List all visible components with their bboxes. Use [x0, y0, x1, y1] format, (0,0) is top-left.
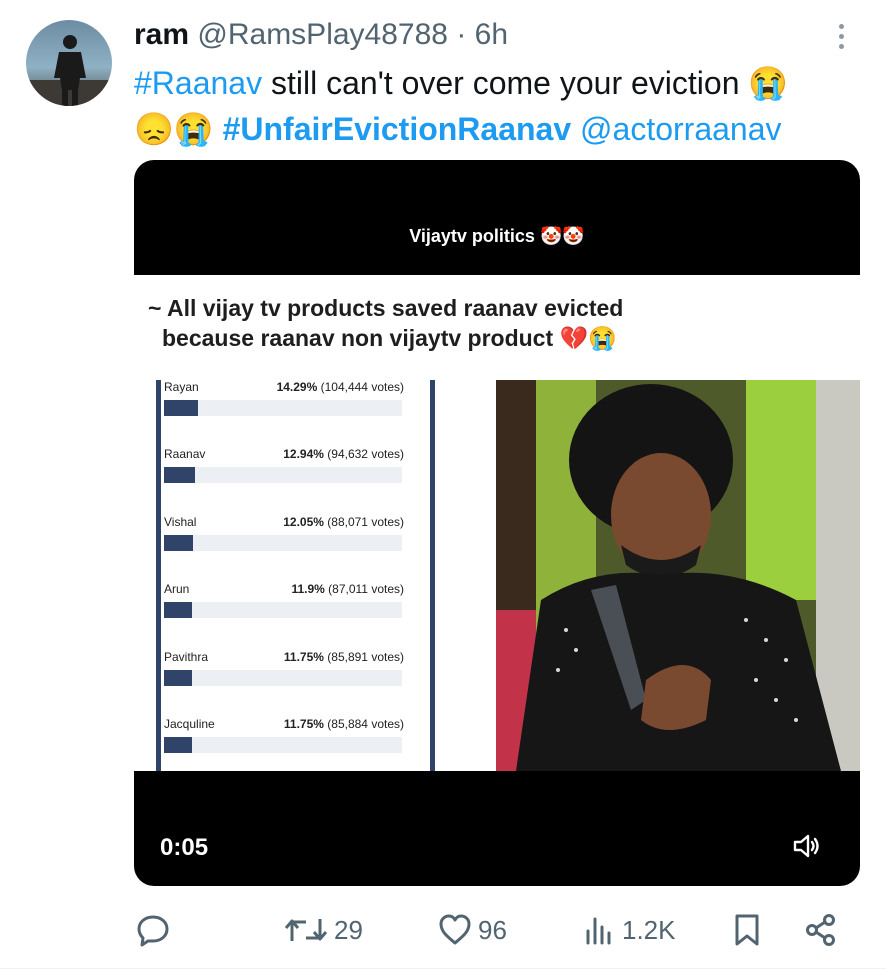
poll-option-votes: (94,632 votes) — [327, 447, 404, 461]
retweet-count: 29 — [334, 914, 363, 945]
poll-option-percent: 11.9% — [291, 582, 325, 596]
poll-bar-fill — [164, 467, 195, 483]
separator-dot: · — [456, 18, 467, 51]
bookmark-icon — [735, 914, 759, 946]
poll-bar-track — [164, 737, 402, 753]
tweet-body: still can't over come your eviction — [262, 65, 749, 101]
hashtag-raanav[interactable]: #Raanav — [134, 65, 262, 101]
poll-option-name: Pavithra — [164, 650, 209, 664]
contestant-photo — [496, 380, 860, 771]
poll-option-name: Vishal — [164, 515, 197, 529]
retweet-icon — [284, 919, 328, 941]
bookmark-button[interactable] — [732, 908, 762, 952]
poll-bar-fill — [164, 535, 193, 551]
poll-option-name: Arun — [164, 582, 190, 596]
poll-option-votes: (87,011 votes) — [328, 582, 404, 596]
display-name[interactable]: ram — [134, 18, 189, 51]
poll-bar-track — [164, 670, 402, 686]
views-button[interactable]: 1.2K — [584, 908, 676, 952]
heart-icon — [439, 914, 471, 945]
sob-emoji-2: 😭 — [173, 111, 214, 147]
poll-option-name: Jacquline — [164, 717, 215, 731]
poll-option-percent: 12.94% — [283, 447, 324, 461]
poll-bar-track — [164, 602, 402, 618]
poll-row: Rayan 14.29% (104,444 votes) — [164, 380, 404, 440]
poll-option-percent: 11.75% — [283, 650, 324, 664]
tweet-text: #Raanav still can't over come your evict… — [134, 60, 864, 152]
caption-line-1: ~ All vijay tv products saved raanav evi… — [148, 295, 624, 321]
poll-row: Pavithra 11.75% (85,891 votes) — [164, 650, 404, 710]
video-timestamp: 0:05 — [160, 834, 209, 861]
poll-option-votes: (88,071 votes) — [327, 515, 404, 529]
poll-bar-fill — [164, 400, 198, 416]
contestant-image — [496, 380, 860, 771]
video-player[interactable]: Vijaytv politics 🤡🤡 ~ All vijay tv produ… — [134, 160, 860, 886]
avatar[interactable] — [26, 20, 112, 106]
hashtag-unfair-eviction[interactable]: #UnfairEvictionRaanav — [223, 111, 572, 147]
poll-option-votes: (85,891 votes) — [327, 650, 404, 664]
poll-row: Vishal 12.05% (88,071 votes) — [164, 515, 404, 575]
reply-button[interactable] — [136, 908, 170, 952]
poll-bar-fill — [164, 737, 192, 753]
poll-bar-track — [164, 535, 402, 551]
like-count: 96 — [478, 914, 507, 945]
poll-option-result: 12.05% (88,071 votes) — [283, 515, 404, 529]
poll-option-result: 14.29% (104,444 votes) — [277, 380, 404, 394]
video-caption: ~ All vijay tv products saved raanav evi… — [148, 293, 848, 353]
volume-icon[interactable] — [790, 830, 822, 862]
poll-option-name: Raanav — [164, 447, 206, 461]
tweet-divider — [0, 968, 886, 969]
disappointed-emoji: 😞 — [134, 111, 174, 147]
reply-icon — [137, 915, 169, 947]
poll-option-percent: 14.29% — [276, 380, 318, 394]
poll-row: Arun 11.9% (87,011 votes) — [164, 582, 404, 642]
poll-row: Jacquline 11.75% (85,884 votes) — [164, 717, 404, 771]
share-icon — [806, 914, 835, 946]
poll-option-votes: (85,884 votes) — [327, 717, 404, 731]
poll-option-result: 11.75% (85,884 votes) — [284, 717, 404, 731]
tweet-header: ram @RamsPlay48788 · 6h — [134, 16, 508, 54]
poll-option-percent: 11.75% — [283, 717, 324, 731]
action-bar: 29 96 1.2K — [134, 908, 860, 952]
mention-actorraanav[interactable]: @actorraanav — [580, 111, 781, 147]
poll-option-votes: (104,444 votes) — [320, 380, 404, 394]
like-button[interactable]: 96 — [438, 908, 507, 952]
views-icon — [586, 917, 611, 945]
poll-option-percent: 12.05% — [283, 515, 324, 529]
poll-option-name: Rayan — [164, 380, 199, 394]
poll-option-result: 12.94% (94,632 votes) — [283, 447, 404, 461]
views-count: 1.2K — [622, 914, 676, 945]
poll-option-result: 11.9% (87,011 votes) — [291, 582, 404, 596]
poll-bar-track — [164, 467, 402, 483]
video-top-title: Vijaytv politics 🤡🤡 — [409, 226, 585, 246]
caption-line-2: because raanav non vijaytv product 💔😭 — [162, 325, 617, 351]
poll-results: Rayan 14.29% (104,444 votes) Raanav 12.94% … — [144, 380, 435, 771]
poll-row: Raanav 12.94% (94,632 votes) — [164, 447, 404, 507]
video-frame: ~ All vijay tv products saved raanav evi… — [134, 275, 860, 771]
user-handle[interactable]: @RamsPlay48788 — [197, 18, 448, 51]
poll-bar-fill — [164, 670, 192, 686]
poll-bar-fill — [164, 602, 193, 618]
poll-bar-track — [164, 400, 402, 416]
poll-border — [156, 380, 161, 771]
poll-option-result: 11.75% (85,891 votes) — [284, 650, 404, 664]
sob-emoji: 😭 — [748, 65, 789, 101]
retweet-button[interactable]: 29 — [284, 908, 363, 952]
timestamp[interactable]: 6h — [475, 18, 508, 51]
share-button[interactable] — [804, 908, 838, 952]
avatar-silhouette — [26, 35, 112, 106]
more-options-icon[interactable] — [834, 24, 848, 54]
